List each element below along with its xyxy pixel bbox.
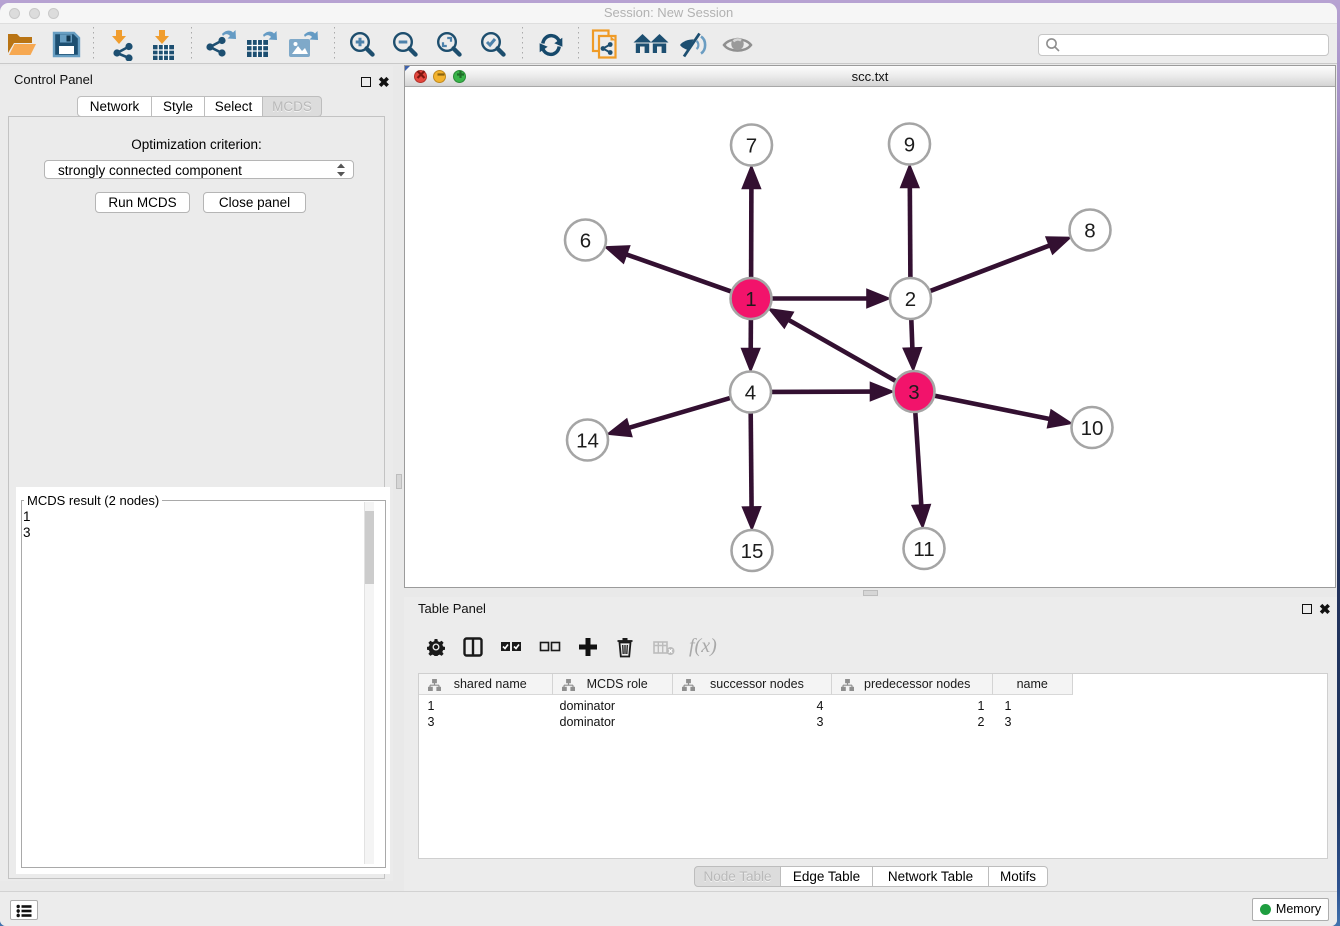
svg-text:3: 3 [908, 381, 919, 404]
svg-text:6: 6 [580, 230, 591, 253]
svg-text:11: 11 [913, 538, 934, 561]
svg-text:8: 8 [1084, 220, 1095, 243]
svg-text:9: 9 [904, 134, 915, 157]
svg-text:10: 10 [1081, 417, 1104, 440]
svg-text:7: 7 [746, 135, 757, 158]
svg-text:15: 15 [741, 540, 764, 563]
svg-text:4: 4 [745, 382, 756, 405]
svg-text:14: 14 [576, 430, 599, 453]
svg-text:1: 1 [745, 288, 756, 311]
svg-text:2: 2 [905, 288, 916, 311]
